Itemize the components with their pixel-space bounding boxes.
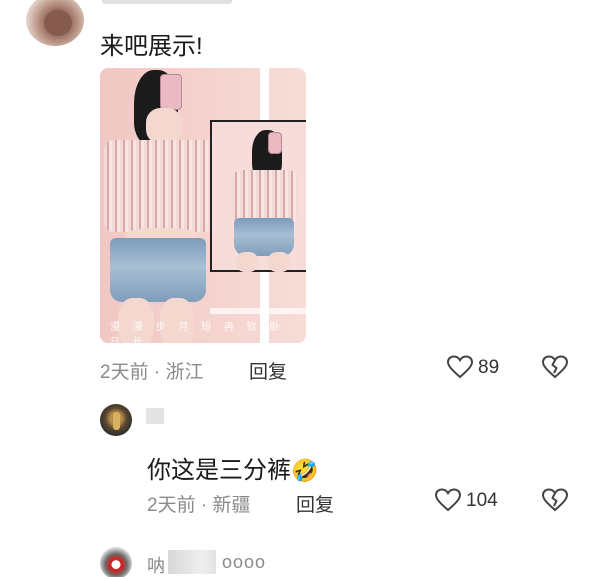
comment-meta: 2天前 · 浙江 <box>100 362 204 383</box>
like-count: 104 <box>466 490 498 511</box>
reply-text-body: 你这是三分裤 <box>147 457 291 484</box>
commenter-name-suffix: oooo <box>222 552 267 572</box>
commenter-avatar[interactable] <box>26 0 84 46</box>
commenter-name-blurred <box>168 550 216 574</box>
photo-caption: 漫 漫 步 月 短 冉 钦 卧 日 长 <box>110 322 285 343</box>
commenter-avatar[interactable] <box>100 547 132 577</box>
rolling-laughing-emoji-icon: 🤣 <box>291 458 319 483</box>
broken-heart-icon[interactable] <box>542 488 568 512</box>
broken-heart-icon[interactable] <box>542 355 568 379</box>
replier-username-blurred <box>138 408 164 424</box>
reply-button[interactable]: 回复 <box>249 357 287 384</box>
prev-username-blurred <box>102 0 232 4</box>
replier-avatar[interactable] <box>100 404 132 436</box>
heart-outline-icon[interactable] <box>435 488 461 512</box>
reply-button[interactable]: 回复 <box>296 490 334 517</box>
like-count: 89 <box>478 357 500 378</box>
reply-meta: 2天前 · 新疆 <box>147 495 251 516</box>
inset-photo <box>210 120 306 272</box>
comment-text: 来吧展示! <box>100 33 203 60</box>
comment-image[interactable]: 漫 漫 步 月 短 冉 钦 卧 日 长 <box>100 68 306 343</box>
heart-outline-icon[interactable] <box>447 355 473 379</box>
commenter-name-prefix: 呐 <box>147 556 165 576</box>
reply-text: 你这是三分裤🤣 <box>147 450 318 485</box>
